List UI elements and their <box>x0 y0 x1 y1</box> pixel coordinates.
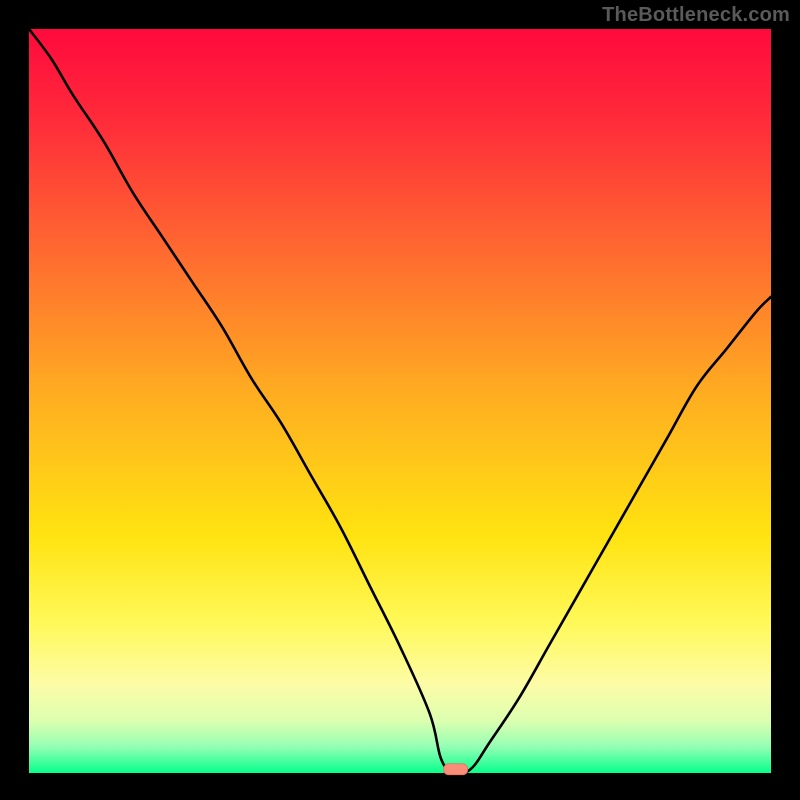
plot-background <box>29 29 771 773</box>
watermark-text: TheBottleneck.com <box>602 4 790 27</box>
chart-frame: { "watermark": "TheBottleneck.com", "col… <box>0 0 800 800</box>
bottleneck-chart <box>0 0 800 800</box>
optimal-marker <box>444 764 468 775</box>
